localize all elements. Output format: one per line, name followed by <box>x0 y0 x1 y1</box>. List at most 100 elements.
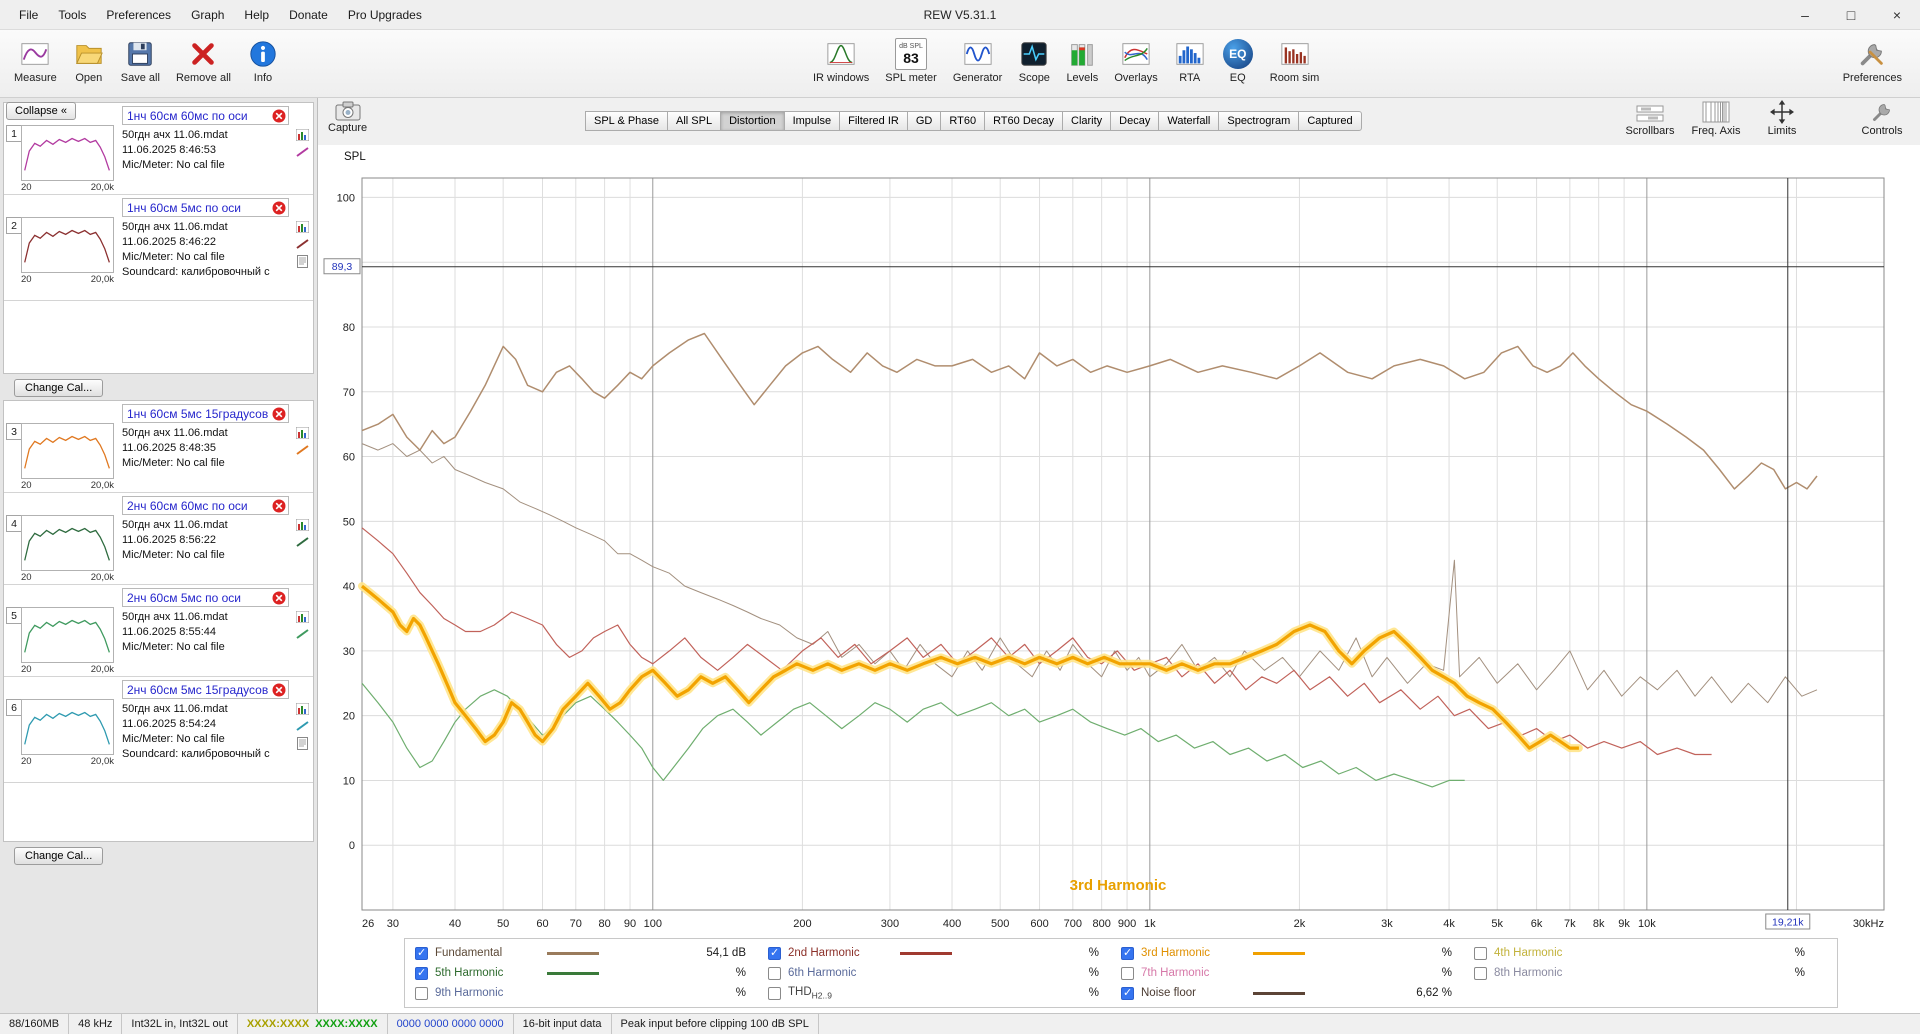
measurement-thumbnail[interactable] <box>21 423 114 479</box>
graph-tab[interactable]: RT60 <box>940 111 986 131</box>
measurement-item[interactable]: 3 20 20,0k 1нч 60см 5мс 15градусов 50гдн… <box>4 401 313 493</box>
menu-item[interactable]: Tools <box>49 4 95 26</box>
measurement-thumbnail[interactable] <box>21 217 114 273</box>
trace-color-icon[interactable] <box>296 238 309 250</box>
measurement-title[interactable]: 2нч 60см 5мс по оси <box>127 591 272 605</box>
measurement-number[interactable]: 5 <box>6 607 21 624</box>
graph-tab[interactable]: RT60 Decay <box>984 111 1063 131</box>
graph-tab[interactable]: Clarity <box>1062 111 1112 131</box>
mini-chart-icon[interactable] <box>296 129 309 141</box>
measurement-item[interactable]: 4 20 20,0k 2нч 60см 60мс по оси 50гдн ач… <box>4 493 313 585</box>
open-button[interactable]: Open <box>65 33 113 89</box>
graph-tab[interactable]: Distortion <box>720 111 785 131</box>
measurement-number[interactable]: 6 <box>6 699 21 716</box>
limits-button[interactable]: Limits <box>1756 100 1808 137</box>
remove-all-button[interactable]: Remove all <box>168 33 239 89</box>
graph-tab[interactable]: Impulse <box>783 111 841 131</box>
legend-label[interactable]: 2nd Harmonic <box>788 947 900 959</box>
menu-item[interactable]: Graph <box>182 4 233 26</box>
legend-label[interactable]: 8th Harmonic <box>1494 967 1606 979</box>
measurement-thumbnail[interactable] <box>21 515 114 571</box>
menu-item[interactable]: Help <box>235 4 278 26</box>
change-cal-button-2[interactable]: Change Cal... <box>14 847 104 865</box>
delete-measurement-button[interactable] <box>272 499 286 513</box>
ir-windows-button[interactable]: IR windows <box>805 33 877 89</box>
measurement-item[interactable]: 6 20 20,0k 2нч 60см 5мс 15градусов 50гдн… <box>4 677 313 783</box>
graph-tab[interactable]: GD <box>906 111 942 131</box>
measurement-item[interactable]: 2 20 20,0k 1нч 60см 5мс по оси 50гдн ачх… <box>4 195 313 301</box>
rta-button[interactable]: RTA <box>1166 33 1214 89</box>
legend-label[interactable]: 6th Harmonic <box>788 967 900 979</box>
collapse-button[interactable]: Collapse « <box>6 102 76 120</box>
spl-meter-button[interactable]: dB SPL 83 SPL meter <box>877 33 945 89</box>
legend-checkbox[interactable] <box>1121 986 1134 1000</box>
trace-color-icon[interactable] <box>296 146 309 158</box>
graph-tab[interactable]: All SPL <box>667 111 722 131</box>
measure-button[interactable]: Measure <box>6 33 65 89</box>
info-button[interactable]: Info <box>239 33 287 89</box>
scrollbars-button[interactable]: Scrollbars <box>1624 100 1676 137</box>
preferences-button[interactable]: Preferences <box>1835 33 1910 89</box>
measurement-title[interactable]: 1нч 60см 60мс по оси <box>127 109 272 123</box>
graph-tab[interactable]: Captured <box>1298 111 1362 131</box>
minimize-button[interactable]: – <box>1782 0 1828 30</box>
graph-tab[interactable]: Waterfall <box>1158 111 1220 131</box>
delete-measurement-button[interactable] <box>272 591 286 605</box>
eq-button[interactable]: EQ EQ <box>1214 33 1262 89</box>
mini-chart-icon[interactable] <box>296 221 309 233</box>
save-all-button[interactable]: Save all <box>113 33 168 89</box>
delete-measurement-button[interactable] <box>272 407 286 421</box>
mini-chart-icon[interactable] <box>296 703 309 715</box>
menu-item[interactable]: Preferences <box>97 4 180 26</box>
legend-label[interactable]: 4th Harmonic <box>1494 947 1606 959</box>
mini-chart-icon[interactable] <box>296 519 309 531</box>
maximize-button[interactable]: □ <box>1828 0 1874 30</box>
measurement-thumbnail[interactable] <box>21 699 114 755</box>
menu-item[interactable]: Donate <box>280 4 337 26</box>
change-cal-button-1[interactable]: Change Cal... <box>14 379 104 397</box>
measurement-number[interactable]: 2 <box>6 217 21 234</box>
distortion-chart[interactable]: 0102030405060708090100263040506070809010… <box>318 145 1920 938</box>
trace-color-icon[interactable] <box>296 536 309 548</box>
measurement-item[interactable]: 5 20 20,0k 2нч 60см 5мс по оси 50гдн ачх… <box>4 585 313 677</box>
levels-button[interactable]: Levels <box>1058 33 1106 89</box>
legend-label[interactable]: THDH2..9 <box>788 986 900 1000</box>
measurement-thumbnail[interactable] <box>21 125 114 181</box>
trace-color-icon[interactable] <box>296 720 309 732</box>
legend-label[interactable]: 5th Harmonic <box>435 967 547 979</box>
legend-label[interactable]: 7th Harmonic <box>1141 967 1253 979</box>
legend-checkbox[interactable] <box>415 946 428 960</box>
measurement-number[interactable]: 4 <box>6 515 21 532</box>
graph-tab[interactable]: Decay <box>1110 111 1160 131</box>
close-button[interactable]: × <box>1874 0 1920 30</box>
graph-tab[interactable]: Spectrogram <box>1218 111 1300 131</box>
legend-checkbox[interactable] <box>1121 946 1134 960</box>
measurement-title[interactable]: 2нч 60см 60мс по оси <box>127 499 272 513</box>
measurement-number[interactable]: 1 <box>6 125 21 142</box>
legend-checkbox[interactable] <box>415 986 428 1000</box>
overlays-button[interactable]: Overlays <box>1106 33 1165 89</box>
generator-button[interactable]: Generator <box>945 33 1011 89</box>
legend-checkbox[interactable] <box>1121 966 1134 980</box>
mini-chart-icon[interactable] <box>296 427 309 439</box>
delete-measurement-button[interactable] <box>272 201 286 215</box>
graph-tab[interactable]: SPL & Phase <box>585 111 669 131</box>
measurement-title[interactable]: 1нч 60см 5мс по оси <box>127 201 272 215</box>
delete-measurement-button[interactable] <box>272 109 286 123</box>
measurement-title[interactable]: 1нч 60см 5мс 15градусов <box>127 407 272 421</box>
legend-checkbox[interactable] <box>1474 946 1487 960</box>
legend-checkbox[interactable] <box>1474 966 1487 980</box>
measurement-thumbnail[interactable] <box>21 607 114 663</box>
legend-checkbox[interactable] <box>768 966 781 980</box>
measurement-number[interactable]: 3 <box>6 423 21 440</box>
graph-tab[interactable]: Filtered IR <box>839 111 908 131</box>
notes-icon[interactable] <box>297 737 308 750</box>
legend-label[interactable]: 3rd Harmonic <box>1141 947 1253 959</box>
legend-label[interactable]: Noise floor <box>1141 987 1253 999</box>
room-sim-button[interactable]: Room sim <box>1262 33 1328 89</box>
trace-color-icon[interactable] <box>296 628 309 640</box>
legend-checkbox[interactable] <box>415 966 428 980</box>
controls-button[interactable]: Controls <box>1856 100 1908 137</box>
freq-axis-button[interactable]: Freq. Axis <box>1690 100 1742 137</box>
legend-checkbox[interactable] <box>768 946 781 960</box>
